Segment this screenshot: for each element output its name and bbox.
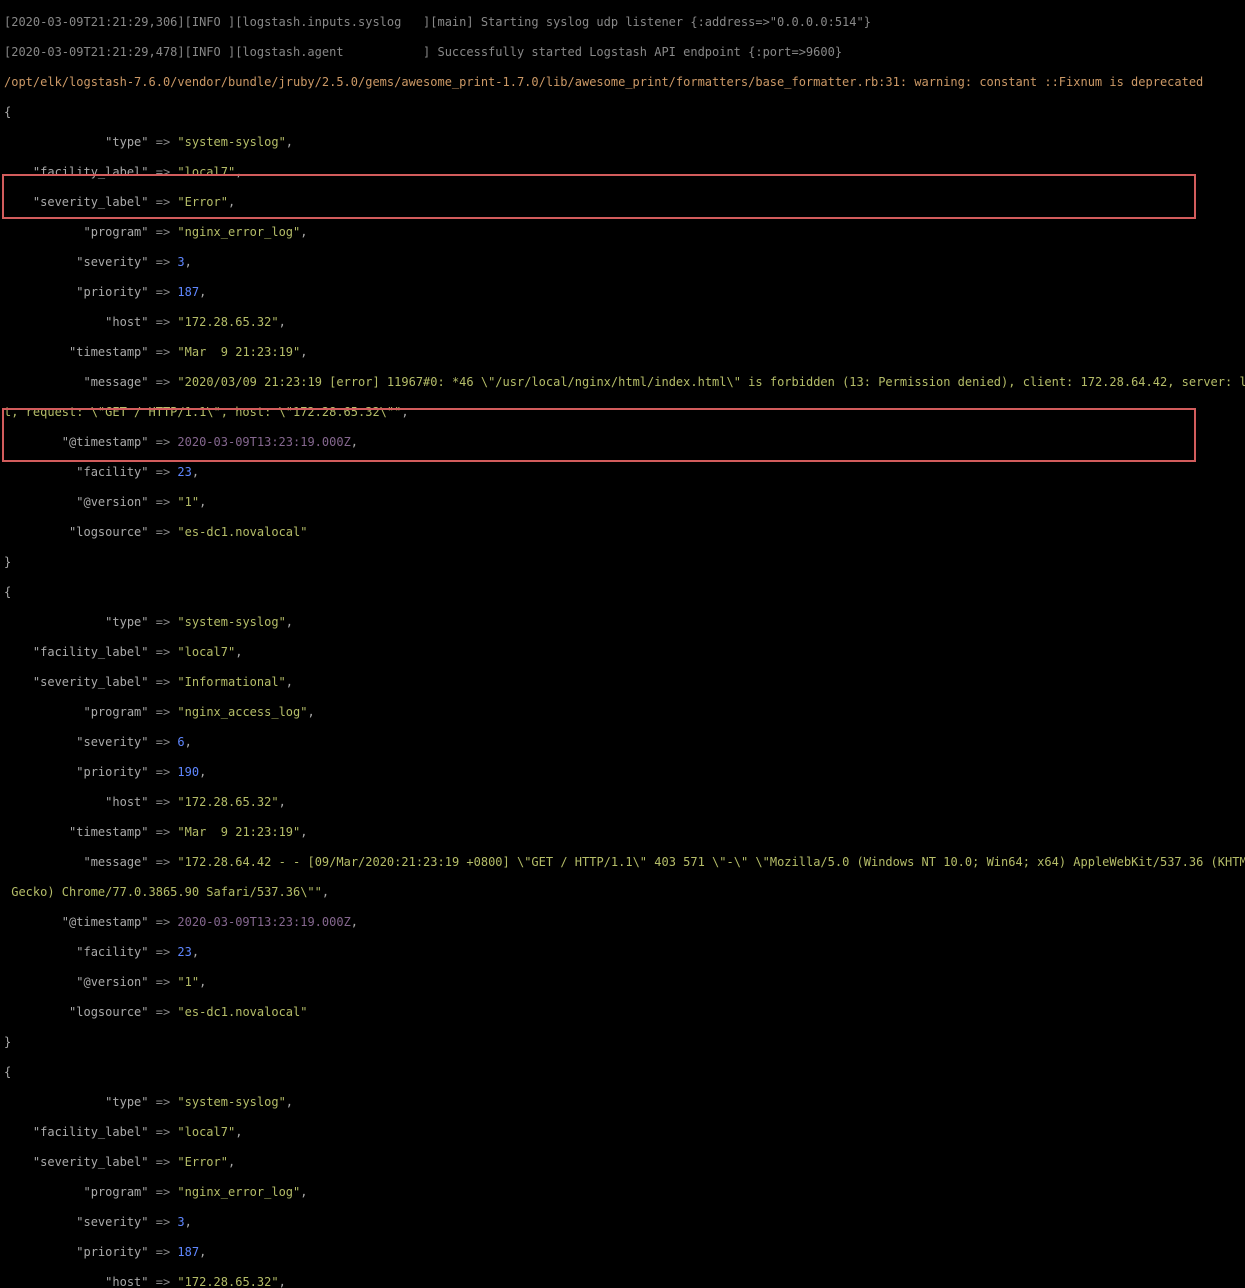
kv-message-cont: t, request: \"GET / HTTP/1.1\", host: \"… <box>4 405 1241 420</box>
terminal-output: [2020-03-09T21:21:29,306][INFO ][logstas… <box>0 0 1245 1288</box>
kv-logsource: "logsource" => "es-dc1.novalocal" <box>4 525 1241 540</box>
kv-logsource: "logsource" => "es-dc1.novalocal" <box>4 1005 1241 1020</box>
kv-facility-label: "facility_label" => "local7", <box>4 1125 1241 1140</box>
kv-message: "message" => "2020/03/09 21:23:19 [error… <box>4 375 1241 390</box>
kv-severity: "severity" => 6, <box>4 735 1241 750</box>
kv-timestamp: "timestamp" => "Mar 9 21:23:19", <box>4 345 1241 360</box>
json-open: { <box>4 105 1241 120</box>
kv-severity-label: "severity_label" => "Informational", <box>4 675 1241 690</box>
kv-type: "type" => "system-syslog", <box>4 135 1241 150</box>
log-line: [2020-03-09T21:21:29,478][INFO ][logstas… <box>4 45 1241 60</box>
kv-message: "message" => "172.28.64.42 - - [09/Mar/2… <box>4 855 1241 870</box>
log-line: [2020-03-09T21:21:29,306][INFO ][logstas… <box>4 15 1241 30</box>
kv-priority: "priority" => 190, <box>4 765 1241 780</box>
kv-type: "type" => "system-syslog", <box>4 1095 1241 1110</box>
kv-severity: "severity" => 3, <box>4 1215 1241 1230</box>
kv-facility: "facility" => 23, <box>4 465 1241 480</box>
kv-host: "host" => "172.28.65.32", <box>4 1275 1241 1288</box>
kv-program: "program" => "nginx_access_log", <box>4 705 1241 720</box>
kv-priority: "priority" => 187, <box>4 1245 1241 1260</box>
kv-version: "@version" => "1", <box>4 495 1241 510</box>
kv-program: "program" => "nginx_error_log", <box>4 225 1241 240</box>
kv-severity: "severity" => 3, <box>4 255 1241 270</box>
kv-host: "host" => "172.28.65.32", <box>4 315 1241 330</box>
kv-program: "program" => "nginx_error_log", <box>4 1185 1241 1200</box>
kv-severity-label: "severity_label" => "Error", <box>4 195 1241 210</box>
kv-facility: "facility" => 23, <box>4 945 1241 960</box>
json-close: } <box>4 1035 1241 1050</box>
json-close: } <box>4 555 1241 570</box>
json-open: { <box>4 585 1241 600</box>
kv-timestamp: "timestamp" => "Mar 9 21:23:19", <box>4 825 1241 840</box>
kv-at-timestamp: "@timestamp" => 2020-03-09T13:23:19.000Z… <box>4 435 1241 450</box>
kv-host: "host" => "172.28.65.32", <box>4 795 1241 810</box>
kv-version: "@version" => "1", <box>4 975 1241 990</box>
kv-priority: "priority" => 187, <box>4 285 1241 300</box>
log-warning: /opt/elk/logstash-7.6.0/vendor/bundle/jr… <box>4 75 1241 90</box>
kv-at-timestamp: "@timestamp" => 2020-03-09T13:23:19.000Z… <box>4 915 1241 930</box>
kv-facility-label: "facility_label" => "local7", <box>4 165 1241 180</box>
kv-type: "type" => "system-syslog", <box>4 615 1241 630</box>
json-open: { <box>4 1065 1241 1080</box>
kv-facility-label: "facility_label" => "local7", <box>4 645 1241 660</box>
kv-severity-label: "severity_label" => "Error", <box>4 1155 1241 1170</box>
kv-message-cont: Gecko) Chrome/77.0.3865.90 Safari/537.36… <box>4 885 1241 900</box>
